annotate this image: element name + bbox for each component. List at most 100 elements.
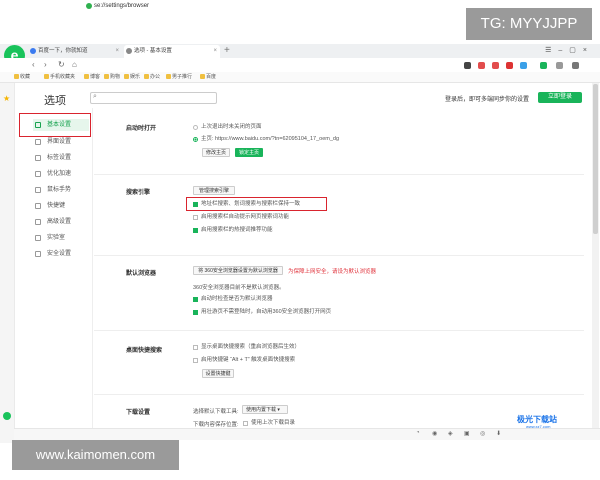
nav-item-tabs[interactable]: 标签设置	[33, 152, 89, 164]
checkbox-icon	[193, 344, 198, 350]
set-shortcut-button[interactable]: 设置快捷键	[202, 369, 234, 378]
keyboard-icon	[35, 203, 41, 209]
section-divider	[94, 255, 584, 256]
set-default-browser-button[interactable]: 将 360安全浏览器设置为默认浏览器	[193, 266, 283, 275]
shield-icon[interactable]	[540, 62, 547, 69]
section-divider	[94, 330, 584, 331]
nav-item-advanced[interactable]: 高级设置	[33, 216, 89, 228]
chevron-down-icon: ▾	[276, 407, 280, 413]
edit-homepage-button[interactable]: 修改主页	[202, 148, 230, 157]
bookmark-item[interactable]: 百度	[200, 73, 216, 81]
default-browser-status: 360安全浏览器目前不是默认浏览器。	[193, 285, 285, 291]
check-default-checkbox[interactable]: 启动时检查是否为默认浏览器	[193, 295, 273, 303]
checkbox-icon	[193, 357, 198, 363]
address-bar[interactable]: se://settings/browser	[94, 1, 342, 12]
bookmark-item[interactable]: 手机收藏夹	[44, 73, 75, 81]
extension-icon[interactable]	[556, 62, 563, 69]
watermark-bottom: www.kaimomen.com	[12, 440, 179, 470]
page-title: 选项	[44, 95, 66, 107]
alt-t-shortcut-checkbox[interactable]: 启用快捷键 “Alt + T” 触发桌面快捷搜索	[193, 356, 295, 364]
lock-icon	[35, 251, 41, 257]
startup-last-session-radio[interactable]: 上次退出时未关闭的页面	[193, 123, 262, 131]
search-suggest-checkbox[interactable]: 启用搜索栏自动提示网页搜索词功能	[193, 213, 289, 221]
speed-icon	[35, 171, 41, 177]
mail-icon[interactable]	[478, 62, 485, 69]
bookmark-item[interactable]: 办公	[144, 73, 160, 81]
close-icon[interactable]: ×	[115, 45, 119, 58]
window-controls[interactable]: ☰–▢×	[545, 46, 594, 54]
search-icon: ⌕	[93, 93, 97, 100]
status-icon[interactable]: ◔	[416, 430, 420, 436]
bookmark-item[interactable]: 收藏	[14, 73, 30, 81]
section-title-desktop-search: 桌面快捷搜索	[126, 348, 163, 354]
screenshot-icon[interactable]	[464, 62, 471, 69]
login-button[interactable]: 立即登录	[538, 92, 582, 103]
advanced-icon	[35, 219, 41, 225]
tools-icon[interactable]	[506, 62, 513, 69]
forward-icon[interactable]: ›	[44, 58, 47, 71]
nav-item-security[interactable]: 安全设置	[33, 248, 89, 260]
checkbox-icon	[193, 214, 198, 220]
manage-search-engine-button[interactable]: 管理搜索引擎	[193, 186, 235, 195]
login-prompt: 登录后，即可多端同步你的设置	[445, 97, 530, 103]
status-icon[interactable]: ⬇	[496, 430, 501, 437]
bookmark-item[interactable]: 娱乐	[124, 73, 140, 81]
translate-icon[interactable]	[492, 62, 499, 69]
star-icon[interactable]: ★	[3, 94, 10, 103]
nav-item-mouse-gestures[interactable]: 鼠标手势	[33, 184, 89, 196]
section-divider	[94, 174, 584, 175]
bookmark-item[interactable]: 男子推行	[166, 73, 192, 81]
status-icon[interactable]: ▣	[464, 430, 470, 437]
sync-icon[interactable]	[520, 62, 527, 69]
side-toolbar	[0, 83, 15, 443]
tab-baidu[interactable]: 百度一下，你就知道 ×	[28, 45, 122, 58]
open-with-360-checkbox[interactable]: 用壮游页不需登陆时，自动用360安全浏览器打开网页	[193, 308, 331, 316]
refresh-icon[interactable]: ↻	[58, 58, 65, 71]
status-bar	[14, 428, 600, 440]
status-icon[interactable]: ◉	[432, 430, 437, 437]
section-divider	[94, 394, 584, 395]
download-tool-select[interactable]: 使用内置下载 ▾	[242, 405, 288, 414]
highlight-box	[186, 197, 327, 211]
tab-label: 百度一下，你就知道	[38, 48, 88, 54]
nav-item-optimize[interactable]: 优化加速	[33, 168, 89, 180]
back-icon[interactable]: ‹	[32, 58, 35, 71]
nav-item-ui[interactable]: 界面设置	[33, 136, 89, 148]
checkbox-icon	[193, 227, 198, 233]
new-tab-button[interactable]: +	[224, 44, 230, 58]
lock-homepage-button[interactable]: 锁定主页	[235, 148, 263, 157]
home-icon[interactable]: ⌂	[72, 58, 77, 71]
assistant-icon[interactable]	[3, 412, 11, 420]
nav-item-shortcuts[interactable]: 快捷键	[33, 200, 89, 212]
tab-settings[interactable]: 选项 - 基本设置 ×	[124, 45, 220, 58]
startup-homepage-radio[interactable]: 主页: https://www.baidu.com/?tn=62095104_1…	[193, 135, 339, 143]
baidu-icon	[30, 48, 36, 54]
radio-icon	[193, 136, 198, 142]
secure-icon	[86, 3, 92, 9]
bookmark-item[interactable]: 购物	[104, 73, 120, 81]
nav-item-lab[interactable]: 实验室	[33, 232, 89, 244]
menu-icon[interactable]	[572, 62, 579, 69]
bookmark-bar: 收藏 手机收藏夹 博客 购物 娱乐 办公 男子推行 百度	[0, 72, 600, 83]
status-icon[interactable]: ◈	[448, 430, 453, 437]
settings-search-input[interactable]	[90, 92, 217, 104]
checkbox-icon	[243, 420, 248, 426]
status-icon[interactable]: ◎	[480, 430, 485, 437]
tab-label: 选项 - 基本设置	[134, 48, 172, 54]
section-title-startup: 启动时打开	[126, 126, 157, 132]
watermark-top: TG: MYYJJPP	[466, 8, 592, 40]
scrollbar-thumb[interactable]	[593, 84, 598, 234]
layout-icon	[35, 139, 41, 145]
section-title-search: 搜索引擎	[126, 190, 151, 196]
search-hot-checkbox[interactable]: 启用搜索栏的热搜词推荐功能	[193, 226, 273, 234]
download-tool-label: 选择默认下载工具:	[193, 409, 239, 415]
lab-icon	[35, 235, 41, 241]
checkbox-icon	[193, 309, 198, 315]
bookmark-item[interactable]: 博客	[84, 73, 100, 81]
use-last-dir-checkbox[interactable]: 使用上次下载目录	[243, 419, 295, 427]
desktop-search-checkbox[interactable]: 显示桌面快捷搜索（重启浏览器后生效）	[193, 343, 300, 351]
section-title-download: 下载设置	[126, 410, 151, 416]
close-icon[interactable]: ×	[213, 45, 217, 58]
highlight-box	[19, 113, 91, 137]
mouse-icon	[35, 187, 41, 193]
